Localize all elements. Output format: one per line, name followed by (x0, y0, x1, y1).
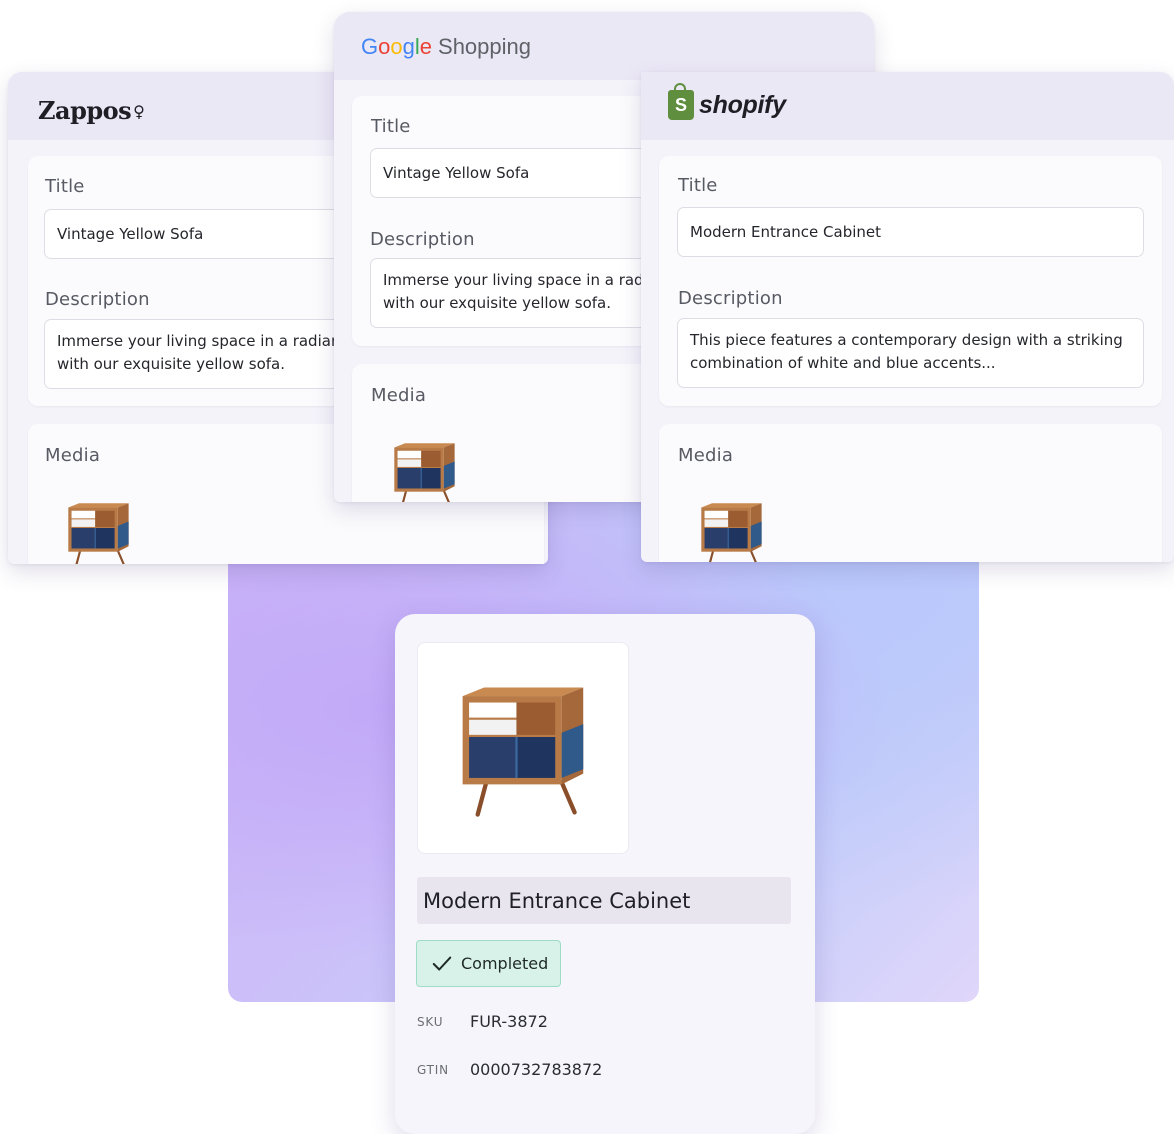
check-icon (432, 956, 452, 971)
shopify-logo: S shopify (668, 83, 786, 120)
status-badge[interactable]: Completed (416, 940, 561, 987)
google-media-thumbnail[interactable] (390, 440, 460, 502)
sku-label: SKU (417, 1015, 444, 1029)
shopify-title-label: Title (678, 175, 718, 196)
shopify-description-label: Description (678, 288, 783, 309)
zappos-logo: Zappos ♀ (38, 96, 145, 125)
shopify-bag-icon: S (668, 83, 694, 120)
sku-value: FUR-3872 (470, 1012, 548, 1031)
product-title[interactable]: Modern Entrance Cabinet (417, 877, 791, 924)
zappos-description-label: Description (45, 289, 150, 310)
zappos-mark-icon: ♀ (133, 102, 145, 121)
zappos-media-label: Media (45, 445, 101, 466)
gtin-value: 0000732783872 (470, 1060, 603, 1079)
google-media-label: Media (371, 385, 427, 406)
product-image-frame (417, 642, 629, 854)
shopify-wordmark: shopify (699, 90, 786, 119)
google-shopping-logo: Google Shopping (361, 34, 531, 59)
shopify-title-field[interactable]: Modern Entrance Cabinet (677, 207, 1144, 257)
product-card: Modern Entrance Cabinet Completed SKU FU… (395, 614, 815, 1134)
google-title-label: Title (371, 116, 411, 137)
product-image[interactable] (454, 681, 594, 821)
shopify-details-card: Title Modern Entrance Cabinet Descriptio… (659, 156, 1162, 406)
shopify-media-thumbnail[interactable] (697, 500, 767, 562)
shopify-media-label: Media (678, 445, 734, 466)
google-header: Google Shopping (334, 12, 874, 80)
shopify-header: S shopify (641, 72, 1174, 140)
zappos-media-thumbnail[interactable] (64, 500, 134, 564)
status-label: Completed (461, 954, 549, 973)
google-description-label: Description (370, 229, 475, 250)
gtin-label: GTIN (417, 1063, 449, 1077)
shopify-media-card: Media (659, 424, 1162, 562)
shopify-description-field[interactable]: This piece features a contemporary desig… (677, 318, 1144, 388)
shopify-panel: S shopify Title Modern Entrance Cabinet … (641, 72, 1174, 562)
zappos-title-label: Title (45, 176, 85, 197)
